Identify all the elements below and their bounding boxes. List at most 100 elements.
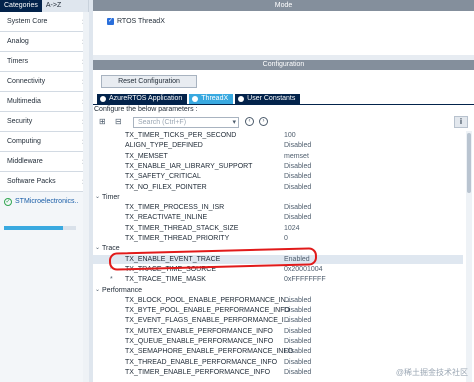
param-value[interactable]: 100 (284, 131, 296, 140)
param-name: TX_MUTEX_ENABLE_PERFORMANCE_INFO (125, 328, 273, 335)
category-middleware[interactable]: Middleware› (0, 152, 88, 172)
param-row[interactable]: TX_SEMAPHORE_ENABLE_PERFORMANCE_INFO Disa… (93, 347, 463, 356)
param-row[interactable]: TX_EVENT_FLAGS_ENABLE_PERFORMANCE_I... Di… (93, 316, 463, 325)
param-value[interactable]: Disabled (284, 183, 311, 192)
param-value[interactable]: Disabled (284, 203, 311, 212)
group-trace[interactable]: ⌄ Trace (93, 244, 463, 253)
param-value[interactable]: Disabled (284, 306, 311, 315)
param-value[interactable]: Disabled (284, 337, 311, 346)
category-analog[interactable]: Analog› (0, 32, 88, 52)
dependency-marker: * (110, 276, 113, 283)
param-name: TX_ENABLE_EVENT_TRACE (125, 256, 221, 263)
search-next-icon[interactable]: › (259, 117, 268, 126)
parameters-scrollbar[interactable] (466, 131, 472, 382)
category-label: Timers (7, 58, 29, 65)
search-previous-icon[interactable]: ‹ (245, 117, 254, 126)
group-label: Timer (102, 194, 120, 201)
param-row[interactable]: TX_MEMSET memset (93, 152, 463, 161)
param-value[interactable]: 1024 (284, 224, 300, 233)
rtos-threadx-checkbox[interactable]: ✓ (107, 18, 114, 25)
param-row[interactable]: TX_ENABLE_IAR_LIBRARY_SUPPORT Disabled (93, 162, 463, 171)
param-name: TX_TIMER_TICKS_PER_SECOND (125, 132, 237, 139)
param-value[interactable]: Disabled (284, 316, 311, 325)
category-system-core[interactable]: System Core› (0, 12, 88, 32)
param-name: TX_QUEUE_ENABLE_PERFORMANCE_INFO (125, 338, 274, 345)
param-value[interactable]: 0xFFFFFFFF (284, 275, 326, 284)
category-label: Multimedia (7, 98, 41, 105)
param-value[interactable]: Disabled (284, 172, 311, 181)
param-row[interactable]: TX_REACTIVATE_INLINE Disabled (93, 213, 463, 222)
configuration-panel: Reset Configuration AzureRTOS Applicatio… (93, 70, 474, 382)
collapse-all-icon[interactable]: ⊟ (115, 118, 123, 126)
param-row[interactable]: TX_TIMER_THREAD_PRIORITY 0 (93, 234, 463, 243)
param-value[interactable]: Disabled (284, 296, 311, 305)
param-value[interactable]: Disabled (284, 213, 311, 222)
param-row[interactable]: TX_BYTE_POOL_ENABLE_PERFORMANCE_INFO Disa… (93, 306, 463, 315)
category-multimedia[interactable]: Multimedia› (0, 92, 88, 112)
search-input[interactable]: Search (Ctrl+F) ▾ (133, 117, 239, 128)
progress-bar (4, 226, 76, 230)
tabs-underline (93, 104, 474, 105)
reset-configuration-button[interactable]: Reset Configuration (101, 75, 197, 88)
chevron-down-icon[interactable]: ⌄ (95, 286, 100, 295)
param-row[interactable]: TX_NO_FILEX_POINTER Disabled (93, 183, 463, 192)
param-row[interactable]: ALIGN_TYPE_DEFINED Disabled (93, 141, 463, 150)
scrollbar-thumb[interactable] (467, 133, 471, 193)
param-value[interactable]: memset (284, 152, 309, 161)
param-value[interactable]: Disabled (284, 347, 311, 356)
param-row[interactable]: TX_SAFETY_CRITICAL Disabled (93, 172, 463, 181)
category-connectivity[interactable]: Connectivity› (0, 72, 88, 92)
param-name: TX_BYTE_POOL_ENABLE_PERFORMANCE_INFO (125, 307, 290, 314)
category-software-packs[interactable]: Software Packs› (0, 172, 88, 192)
group-label: Performance (102, 287, 143, 294)
param-row[interactable]: TX_ENABLE_EVENT_TRACE Enabled (93, 255, 463, 264)
param-value[interactable]: 0 (284, 234, 288, 243)
search-placeholder: Search (Ctrl+F) (138, 119, 187, 126)
tab-label: AzureRTOS Application (109, 95, 183, 102)
group-performance[interactable]: ⌄ Performance (93, 286, 463, 295)
param-row[interactable]: TX_TIMER_THREAD_STACK_SIZE 1024 (93, 224, 463, 233)
info-icon[interactable]: i (454, 116, 468, 128)
group-label: Trace (102, 245, 120, 252)
param-name: TX_NO_FILEX_POINTER (125, 184, 207, 191)
category-computing[interactable]: Computing› (0, 132, 88, 152)
dependency-marker: * (110, 266, 113, 273)
param-value[interactable]: Disabled (284, 162, 311, 171)
param-row[interactable]: TX_TIMER_TICKS_PER_SECOND 100 (93, 131, 463, 140)
param-row[interactable]: * TX_TRACE_TIME_MASK 0xFFFFFFFF (93, 275, 463, 284)
param-value[interactable]: 0x20001004 (284, 265, 323, 274)
software-pack-label: STMicroelectronics.. (15, 198, 79, 205)
param-row[interactable]: TX_BLOCK_POOL_ENABLE_PERFORMANCE_IN... Di… (93, 296, 463, 305)
chevron-down-icon[interactable]: ⌄ (95, 244, 100, 253)
param-name: TX_TIMER_ENABLE_PERFORMANCE_INFO (125, 369, 271, 376)
param-row[interactable]: TX_THREAD_ENABLE_PERFORMANCE_INFO Disable… (93, 358, 463, 367)
param-row[interactable]: TX_TIMER_PROCESS_IN_ISR Disabled (93, 203, 463, 212)
category-label: Analog (7, 38, 29, 45)
param-value[interactable]: Disabled (284, 368, 311, 377)
param-row[interactable]: * TX_TRACE_TIME_SOURCE 0x20001004 (93, 265, 463, 274)
param-value[interactable]: Enabled (284, 255, 310, 264)
tab-user-constants[interactable]: User Constants (235, 94, 301, 104)
param-value[interactable]: Disabled (284, 141, 311, 150)
search-dropdown-icon[interactable]: ▾ (232, 118, 236, 126)
category-timers[interactable]: Timers› (0, 52, 88, 72)
param-value[interactable]: Disabled (284, 327, 311, 336)
mode-panel: ✓ RTOS ThreadX (93, 11, 474, 55)
category-security[interactable]: Security› (0, 112, 88, 132)
param-name: TX_TRACE_TIME_SOURCE (125, 266, 217, 273)
status-dot-icon (238, 96, 245, 102)
software-pack-stmicroelectronics[interactable]: ✓ STMicroelectronics.. (0, 192, 88, 214)
tab-a-z[interactable]: A->Z (42, 0, 65, 12)
tab-categories[interactable]: Categories (0, 0, 42, 12)
param-name: TX_SAFETY_CRITICAL (125, 173, 201, 180)
param-row[interactable]: TX_MUTEX_ENABLE_PERFORMANCE_INFO Disabled (93, 327, 463, 336)
param-row[interactable]: TX_QUEUE_ENABLE_PERFORMANCE_INFO Disabled (93, 337, 463, 346)
param-value[interactable]: Disabled (284, 358, 311, 367)
rtos-threadx-label: RTOS ThreadX (117, 18, 165, 25)
expand-all-icon[interactable]: ⊞ (99, 118, 107, 126)
tab-azurertos-application[interactable]: AzureRTOS Application (97, 94, 188, 104)
group-timer[interactable]: ⌄ Timer (93, 193, 463, 202)
tab-threadx[interactable]: ThreadX (189, 94, 234, 104)
parameters-list: TX_TIMER_TICKS_PER_SECOND 100 ALIGN_TYPE_D… (93, 131, 463, 382)
chevron-down-icon[interactable]: ⌄ (95, 193, 100, 202)
